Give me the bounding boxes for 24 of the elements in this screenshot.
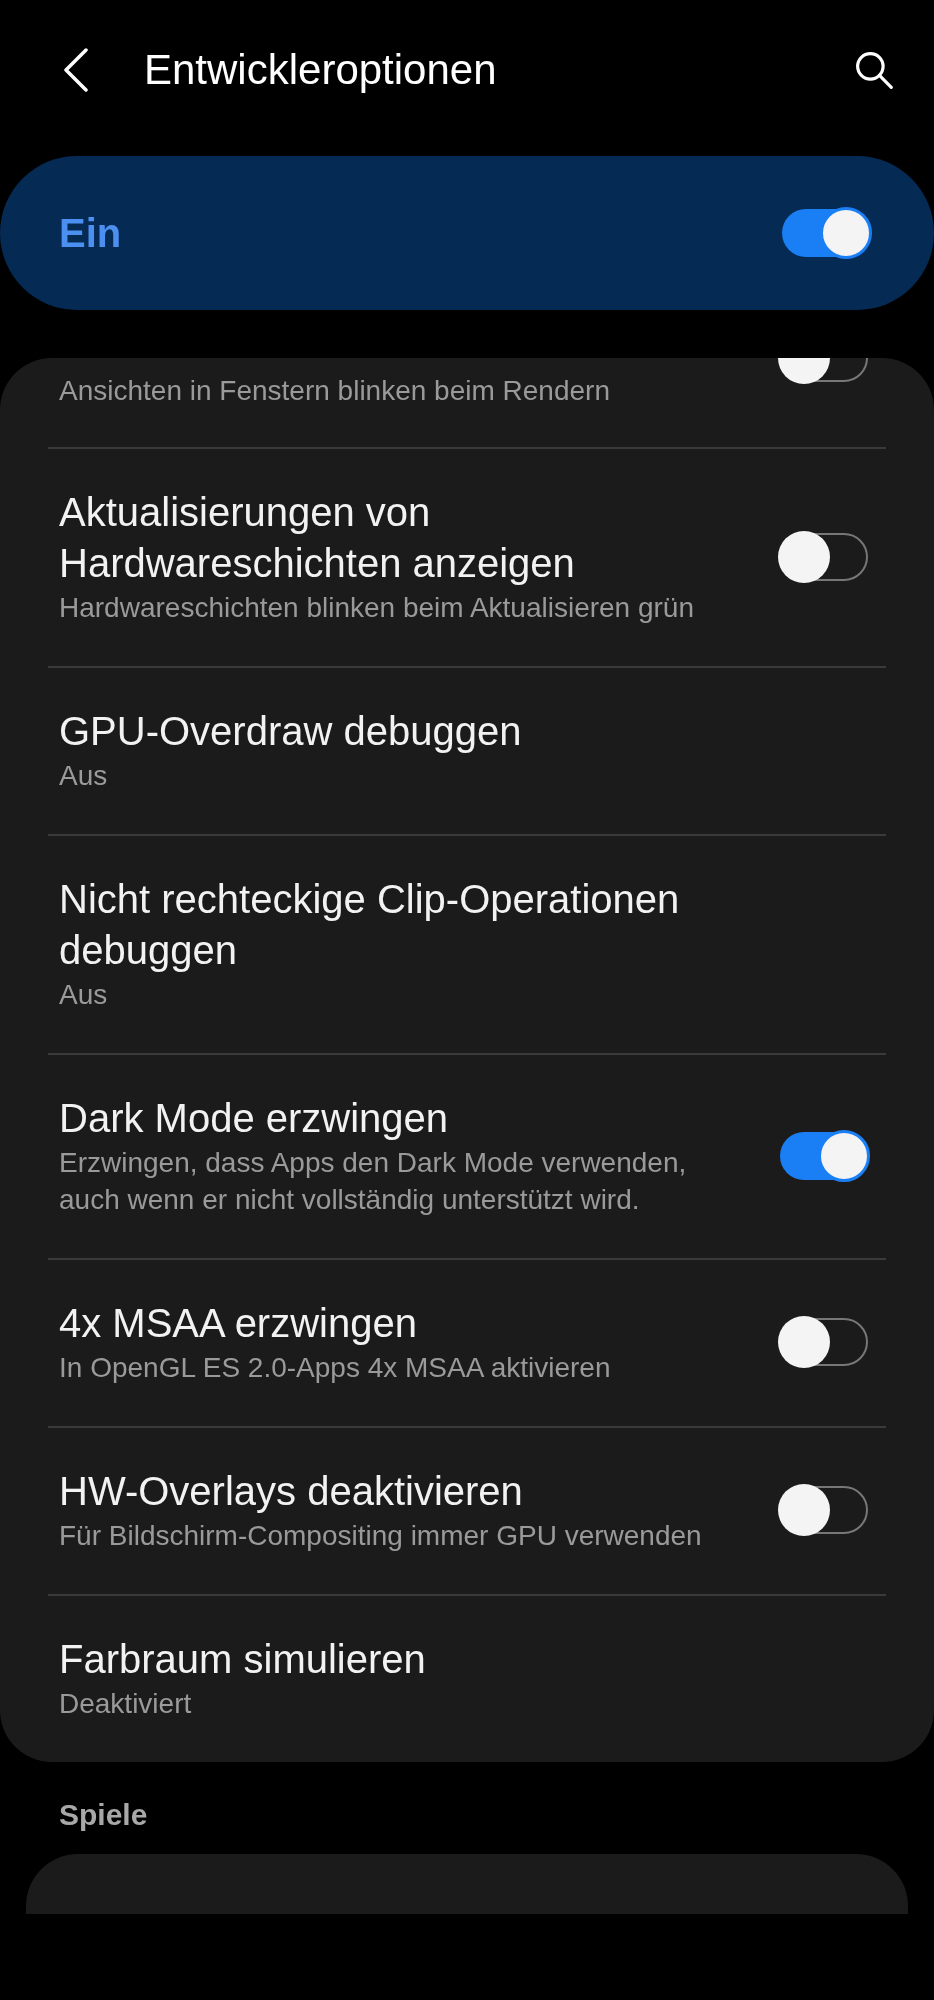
setting-subtitle: In OpenGL ES 2.0-Apps 4x MSAA aktivieren: [59, 1351, 612, 1385]
setting-subtitle: Deaktiviert: [59, 1687, 193, 1721]
toggle-switch[interactable]: [780, 1486, 868, 1534]
toggle-switch[interactable]: [780, 1131, 868, 1180]
setting-title[interactable]: Dark Mode erzwingen: [59, 1093, 750, 1144]
setting-subtitle: Für Bildschirm-Compositing immer GPU verwenden: [59, 1519, 703, 1553]
setting-subtitle: Hardwareschichten blinken beim Aktualisieren grün: [59, 591, 695, 625]
setting-title[interactable]: 4x MSAA erzwingen: [59, 1298, 750, 1349]
setting-subtitle: Aus: [59, 978, 109, 1012]
master-switch-bar[interactable]: Ein: [0, 156, 934, 310]
section-heading: Spiele: [58, 1797, 149, 1833]
setting-title[interactable]: Aktualisierungen von Hardwareschichten anzeigen: [59, 487, 750, 589]
toggle-switch[interactable]: [782, 209, 870, 257]
setting-subtitle: Ansichten in Fenstern blinken beim Rendern: [59, 374, 611, 408]
switch-label: Ein: [59, 210, 122, 256]
setting-title[interactable]: HW-Overlays deaktivieren: [59, 1466, 750, 1517]
setting-title[interactable]: Nicht rechteckige Clip-Operationen debuggen: [59, 874, 868, 976]
toggle-switch[interactable]: [780, 1318, 868, 1366]
setting-title[interactable]: GPU-Overdraw debuggen: [59, 706, 868, 757]
setting-title[interactable]: Farbraum simulieren: [59, 1634, 868, 1685]
setting-subtitle: Aus: [59, 759, 109, 793]
page-title: Entwickleroptionen: [144, 46, 498, 94]
toggle-switch[interactable]: [780, 532, 868, 581]
setting-subtitle: Erzwingen, dass Apps den Dark Mode verwenden, auch wenn er nicht vollständig unterstützt wird.: [59, 1146, 688, 1217]
